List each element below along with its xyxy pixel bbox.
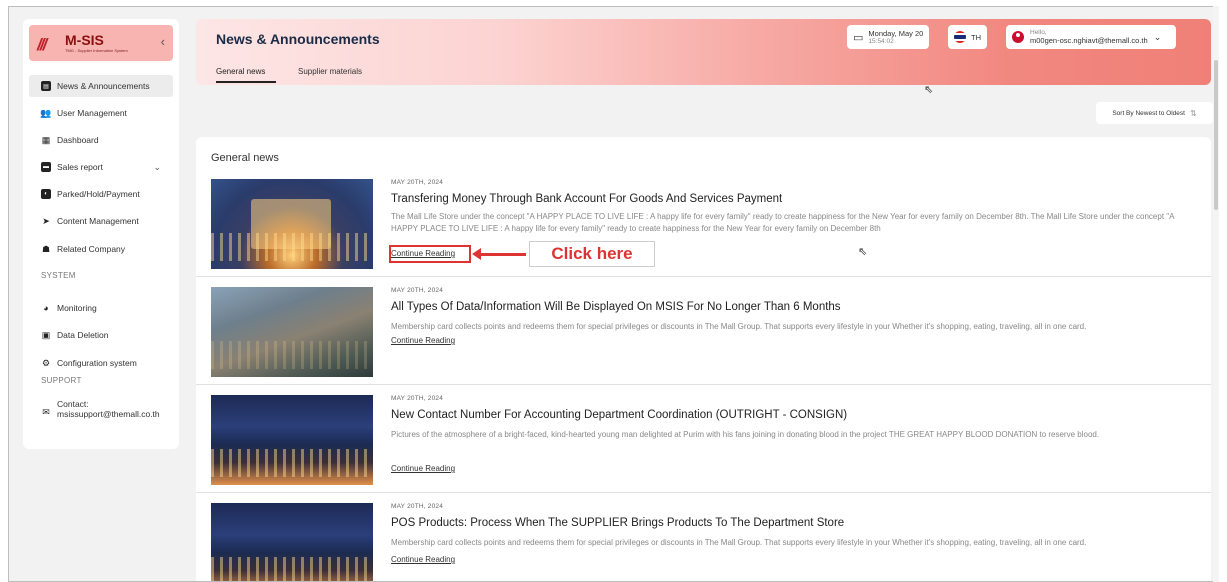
greeting-text: Hello,	[1030, 29, 1047, 36]
sidebar-item-label: News & Announcements	[57, 81, 150, 91]
contact-label: Contact:	[57, 399, 89, 409]
time-text: 15:54:02	[868, 38, 894, 45]
sidebar: /// M-SIS TMG - Supplier Information Sys…	[23, 19, 179, 449]
news-item: MAY 20TH, 2024 All Types Of Data/Informa…	[196, 277, 1211, 385]
date-text: Monday, May 20	[868, 29, 924, 38]
sidebar-item-label: Parked/Hold/Payment	[57, 189, 140, 199]
sidebar-item-label: Content Management	[57, 216, 139, 226]
news-thumbnail[interactable]	[211, 287, 373, 377]
sidebar-item-sales-report[interactable]: ▬ Sales report ⌄	[29, 156, 173, 178]
date-display: ▭ Monday, May 20 15:54:02	[847, 25, 930, 49]
logo-text: M-SIS	[65, 32, 104, 48]
sidebar-item-contact[interactable]: ✉ Contact: msissupport@themall.co.th	[29, 399, 173, 427]
users-icon: 👥	[40, 107, 52, 118]
mail-icon: ✉	[42, 406, 50, 417]
sidebar-item-monitoring[interactable]: ◕ Monitoring	[29, 297, 173, 319]
logo-mark: ///	[37, 35, 47, 54]
news-item: MAY 20TH, 2024 New Contact Number For Ac…	[196, 385, 1211, 493]
continue-reading-link[interactable]: Continue Reading	[391, 555, 455, 564]
sidebar-item-related-company[interactable]: ☗ Related Company	[29, 238, 173, 260]
annotation-highlight-box	[389, 245, 471, 263]
payment-icon: ◐	[41, 189, 51, 199]
sidebar-item-label: Data Deletion	[57, 330, 109, 340]
news-title[interactable]: All Types Of Data/Information Will Be Di…	[391, 301, 841, 313]
news-thumbnail[interactable]	[211, 395, 373, 485]
news-item: MAY 20TH, 2024 POS Products: Process Whe…	[196, 493, 1211, 581]
news-title[interactable]: POS Products: Process When The SUPPLIER …	[391, 517, 844, 529]
page-header: News & Announcements General news Suppli…	[196, 19, 1211, 85]
thai-flag-icon	[954, 31, 966, 43]
scrollbar-thumb[interactable]	[1214, 60, 1218, 210]
section-support: SUPPORT	[41, 376, 82, 385]
news-title[interactable]: Transfering Money Through Bank Account F…	[391, 193, 782, 205]
config-icon: ⚙	[41, 357, 51, 368]
sidebar-item-label: Sales report	[57, 162, 103, 172]
user-menu[interactable]: Hello, m00gen-osc.nghiavt@themall.co.th …	[1006, 25, 1176, 49]
news-description: Pictures of the atmosphere of a bright-f…	[391, 430, 1100, 439]
date-text-block: Monday, May 20 15:54:02	[868, 29, 923, 45]
news-date: MAY 20TH, 2024	[391, 287, 444, 294]
news-item: MAY 20TH, 2024 Transfering Money Through…	[196, 169, 1211, 277]
language-label: TH	[971, 32, 981, 42]
section-title: General news	[211, 152, 279, 164]
contact-block: Contact: msissupport@themall.co.th	[57, 399, 160, 419]
news-description: The Mall Life Store under the concept "A…	[391, 212, 1175, 233]
annotation-arrow-line	[478, 253, 526, 256]
continue-reading-link[interactable]: Continue Reading	[391, 336, 455, 345]
news-title[interactable]: New Contact Number For Accounting Depart…	[391, 409, 847, 421]
news-thumbnail[interactable]	[211, 179, 373, 269]
news-list: General news MAY 20TH, 2024 Transfering …	[196, 137, 1211, 581]
sidebar-item-dashboard[interactable]: ▦ Dashboard	[29, 129, 173, 151]
chevron-down-icon[interactable]: ⌄	[1154, 32, 1162, 43]
continue-reading-link[interactable]: Continue Reading	[391, 464, 455, 473]
app-window: /// M-SIS TMG - Supplier Information Sys…	[8, 6, 1219, 582]
calendar-icon: ▭	[853, 31, 864, 44]
contact-email[interactable]: msissupport@themall.co.th	[57, 409, 160, 419]
monitor-icon: ◕	[43, 303, 49, 313]
send-icon: ➤	[42, 215, 50, 226]
company-icon: ☗	[41, 243, 51, 254]
sidebar-item-label: Configuration system	[57, 358, 137, 368]
sidebar-item-data-deletion[interactable]: ▣ Data Deletion	[29, 324, 173, 346]
language-switcher[interactable]: TH	[948, 25, 987, 49]
sidebar-item-label: Related Company	[57, 244, 126, 254]
logo-subtitle: TMG - Supplier Information System	[65, 48, 128, 53]
sidebar-item-label: User Management	[57, 108, 127, 118]
news-description: Membership card collects points and rede…	[391, 322, 1087, 331]
news-thumbnail[interactable]	[211, 503, 373, 581]
sidebar-item-configuration[interactable]: ⚙ Configuration system	[29, 352, 173, 374]
sidebar-item-label: Dashboard	[57, 135, 99, 145]
news-date: MAY 20TH, 2024	[391, 395, 444, 402]
delete-icon: ▣	[41, 329, 51, 340]
sidebar-item-content-management[interactable]: ➤ Content Management	[29, 210, 173, 232]
chevron-left-icon[interactable]: ‹	[161, 34, 165, 49]
user-text-block: Hello, m00gen-osc.nghiavt@themall.co.th	[1030, 29, 1148, 45]
user-icon	[1012, 31, 1024, 43]
mouse-cursor-icon: ⇖	[924, 84, 934, 96]
tab-supplier-materials[interactable]: Supplier materials	[298, 67, 362, 76]
section-system: SYSTEM	[41, 271, 76, 280]
folder-icon: ▬	[41, 162, 51, 172]
sidebar-item-parked-hold-payment[interactable]: ◐ Parked/Hold/Payment	[29, 183, 173, 205]
active-tab-indicator	[216, 81, 276, 83]
sidebar-item-news[interactable]: ▤ News & Announcements	[29, 75, 173, 97]
sort-label: Sort By Newest to Oldest	[1112, 109, 1185, 117]
chevron-down-icon[interactable]: ⌄	[153, 162, 161, 173]
annotation-callout: Click here	[529, 241, 655, 267]
dashboard-icon: ▦	[41, 134, 51, 145]
tab-general-news[interactable]: General news	[216, 67, 265, 76]
sidebar-item-label: Monitoring	[57, 303, 97, 313]
newspaper-icon: ▤	[41, 81, 51, 91]
sort-button[interactable]: Sort By Newest to Oldest ⇅	[1096, 102, 1213, 124]
logo[interactable]: /// M-SIS TMG - Supplier Information Sys…	[29, 25, 173, 61]
mouse-cursor-icon: ⇖	[858, 246, 868, 258]
news-date: MAY 20TH, 2024	[391, 179, 444, 186]
user-email: m00gen-osc.nghiavt@themall.co.th	[1030, 36, 1148, 45]
sidebar-item-user-management[interactable]: 👥 User Management	[29, 102, 173, 124]
news-description: Membership card collects points and rede…	[391, 538, 1087, 547]
news-date: MAY 20TH, 2024	[391, 503, 444, 510]
page-title: News & Announcements	[216, 31, 380, 47]
sort-icon: ⇅	[1189, 108, 1197, 118]
